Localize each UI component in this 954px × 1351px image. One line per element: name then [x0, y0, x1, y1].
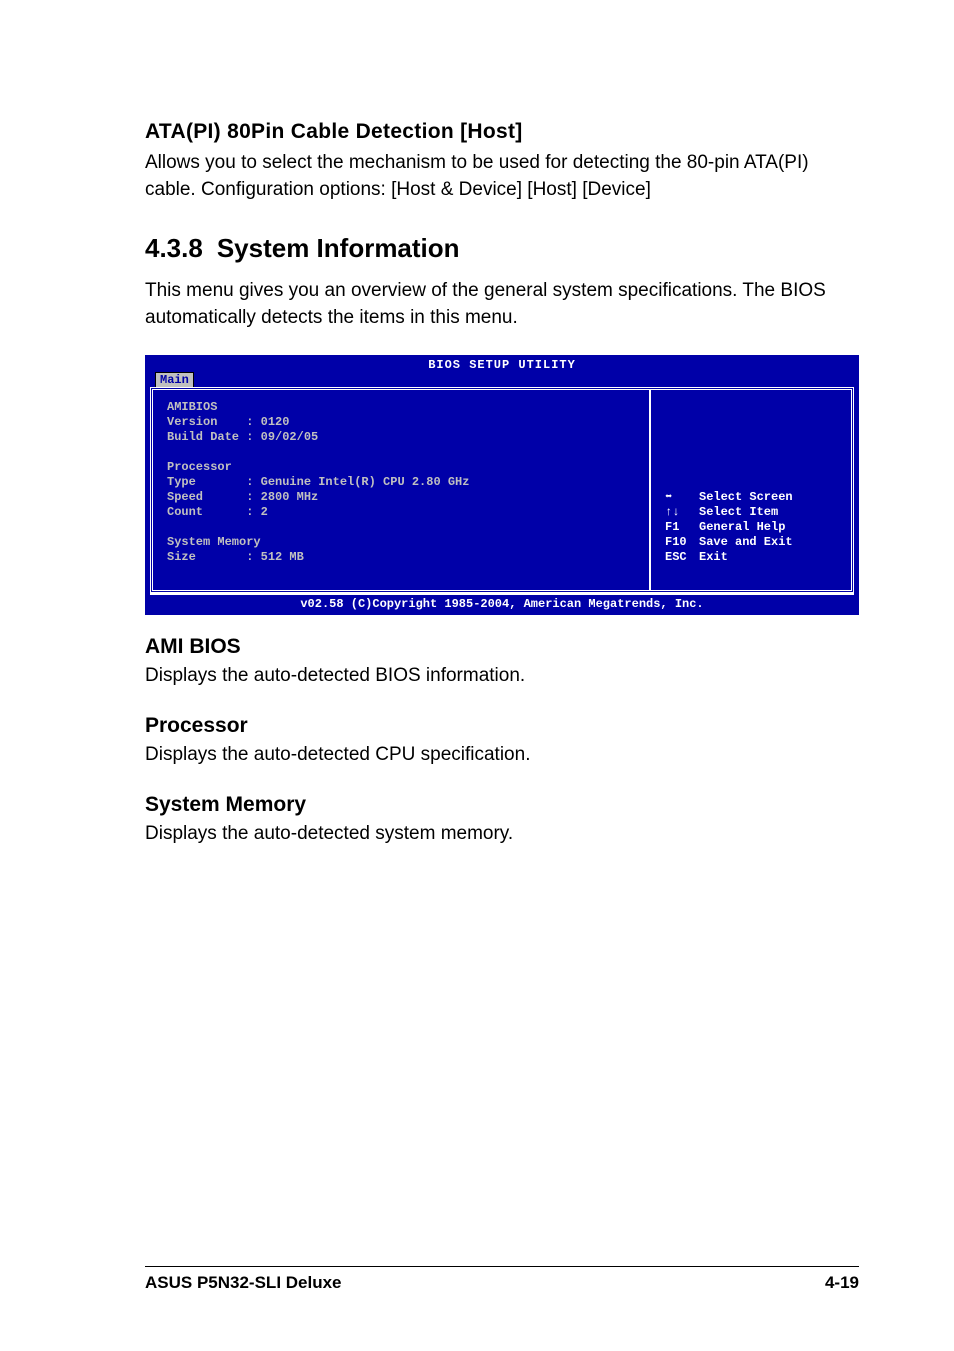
- subtext-processor: Displays the auto-detected CPU specifica…: [145, 742, 859, 769]
- leftright-arrows-icon: ⬌: [665, 490, 699, 505]
- f1-key-label: F1: [665, 520, 699, 535]
- subtext-sysmem: Displays the auto-detected system memory…: [145, 821, 859, 848]
- size-line: Size : 512 MB: [167, 550, 639, 565]
- help-line-save-exit: F10Save and Exit: [665, 535, 841, 550]
- f10-key-label: F10: [665, 535, 699, 550]
- help-text-5: Exit: [699, 550, 728, 564]
- bios-inner: AMIBIOS Version : 0120 Build Date : 09/0…: [150, 387, 854, 593]
- help-text-4: Save and Exit: [699, 535, 793, 549]
- item-heading-ata: ATA(PI) 80Pin Cable Detection [Host]: [145, 120, 859, 144]
- bios-right-pane: ⬌Select Screen ↑↓Select Item F1General H…: [651, 390, 851, 590]
- help-line-exit: ESCExit: [665, 550, 841, 565]
- type-line: Type : Genuine Intel(R) CPU 2.80 GHz: [167, 475, 639, 490]
- help-text-2: Select Item: [699, 505, 778, 519]
- section-title: System Information: [217, 233, 460, 263]
- section-heading: 4.3.8 System Information: [145, 233, 859, 264]
- builddate-line: Build Date : 09/02/05: [167, 430, 639, 445]
- bios-copyright-footer: v02.58 (C)Copyright 1985-2004, American …: [150, 593, 854, 615]
- bios-title: BIOS SETUP UTILITY: [145, 355, 859, 372]
- subtext-amibios: Displays the auto-detected BIOS informat…: [145, 663, 859, 690]
- help-text-1: Select Screen: [699, 490, 793, 504]
- help-text-3: General Help: [699, 520, 785, 534]
- version-line: Version : 0120: [167, 415, 639, 430]
- page-footer: ASUS P5N32-SLI Deluxe 4-19: [145, 1266, 859, 1293]
- bios-tab-main[interactable]: Main: [155, 372, 194, 387]
- blank-line-1: [167, 445, 639, 460]
- section-number: 4.3.8: [145, 233, 203, 264]
- help-line-select-item: ↑↓Select Item: [665, 505, 841, 520]
- amibios-label: AMIBIOS: [167, 400, 639, 415]
- speed-line: Speed : 2800 MHz: [167, 490, 639, 505]
- sysmem-label: System Memory: [167, 535, 639, 550]
- processor-label: Processor: [167, 460, 639, 475]
- subhead-sysmem: System Memory: [145, 793, 859, 817]
- bios-tab-row: Main: [145, 372, 859, 387]
- blank-line-3: [665, 565, 841, 580]
- bios-left-pane: AMIBIOS Version : 0120 Build Date : 09/0…: [153, 390, 651, 590]
- section-intro: This menu gives you an overview of the g…: [145, 278, 859, 331]
- esc-key-label: ESC: [665, 550, 699, 565]
- help-line-general-help: F1General Help: [665, 520, 841, 535]
- subhead-amibios: AMI BIOS: [145, 635, 859, 659]
- bios-screenshot: BIOS SETUP UTILITY Main AMIBIOS Version …: [145, 355, 859, 615]
- updown-arrows-icon: ↑↓: [665, 505, 699, 520]
- blank-line-2: [167, 520, 639, 535]
- footer-product: ASUS P5N32-SLI Deluxe: [145, 1273, 342, 1293]
- subhead-processor: Processor: [145, 714, 859, 738]
- item-desc-ata: Allows you to select the mechanism to be…: [145, 150, 859, 203]
- footer-page-number: 4-19: [825, 1273, 859, 1293]
- count-line: Count : 2: [167, 505, 639, 520]
- help-line-select-screen: ⬌Select Screen: [665, 490, 841, 505]
